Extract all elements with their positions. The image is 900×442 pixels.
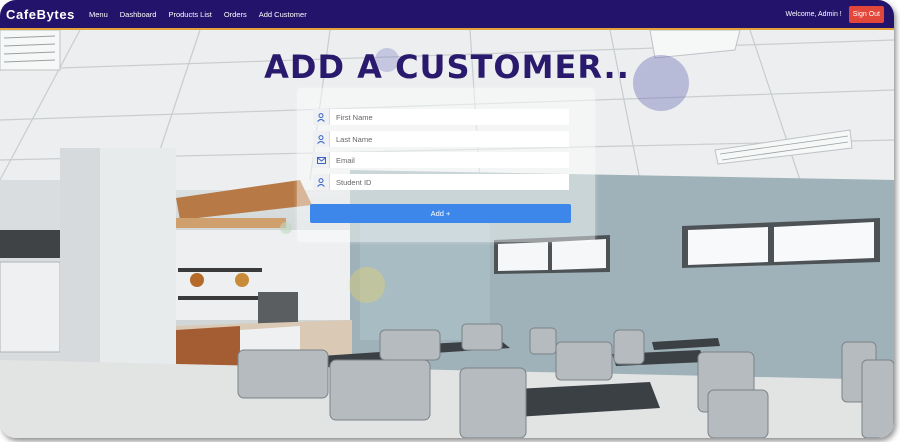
welcome-text: Welcome, Admin ! [785, 10, 842, 18]
first-name-input[interactable] [330, 109, 569, 125]
page-title: ADD A CUSTOMER.. [264, 48, 630, 86]
top-navbar: CafeBytes Menu Dashboard Products List O… [0, 0, 894, 30]
nav-link-add-customer[interactable]: Add Customer [259, 10, 307, 19]
brand-logo[interactable]: CafeBytes [6, 7, 75, 22]
last-name-field [313, 131, 569, 147]
student-id-field [313, 174, 569, 190]
user-icon [313, 174, 330, 190]
first-name-field [313, 109, 569, 125]
app-window: CafeBytes Menu Dashboard Products List O… [0, 0, 894, 438]
nav-links: Menu Dashboard Products List Orders Add … [89, 10, 319, 19]
user-icon [313, 109, 330, 125]
email-input[interactable] [330, 152, 569, 168]
user-icon [313, 131, 330, 147]
email-field [313, 152, 569, 168]
add-customer-form: Add + [297, 88, 595, 242]
nav-user-area: Welcome, Admin ! Sign Out [785, 5, 884, 23]
student-id-input[interactable] [330, 174, 569, 190]
sign-out-button[interactable]: Sign Out [848, 5, 884, 23]
last-name-input[interactable] [330, 131, 569, 147]
nav-link-menu[interactable]: Menu [89, 10, 108, 19]
nav-link-products-list[interactable]: Products List [168, 10, 211, 19]
nav-link-dashboard[interactable]: Dashboard [120, 10, 157, 19]
nav-link-orders[interactable]: Orders [224, 10, 247, 19]
envelope-icon [313, 152, 330, 168]
add-customer-button[interactable]: Add + [310, 204, 571, 223]
